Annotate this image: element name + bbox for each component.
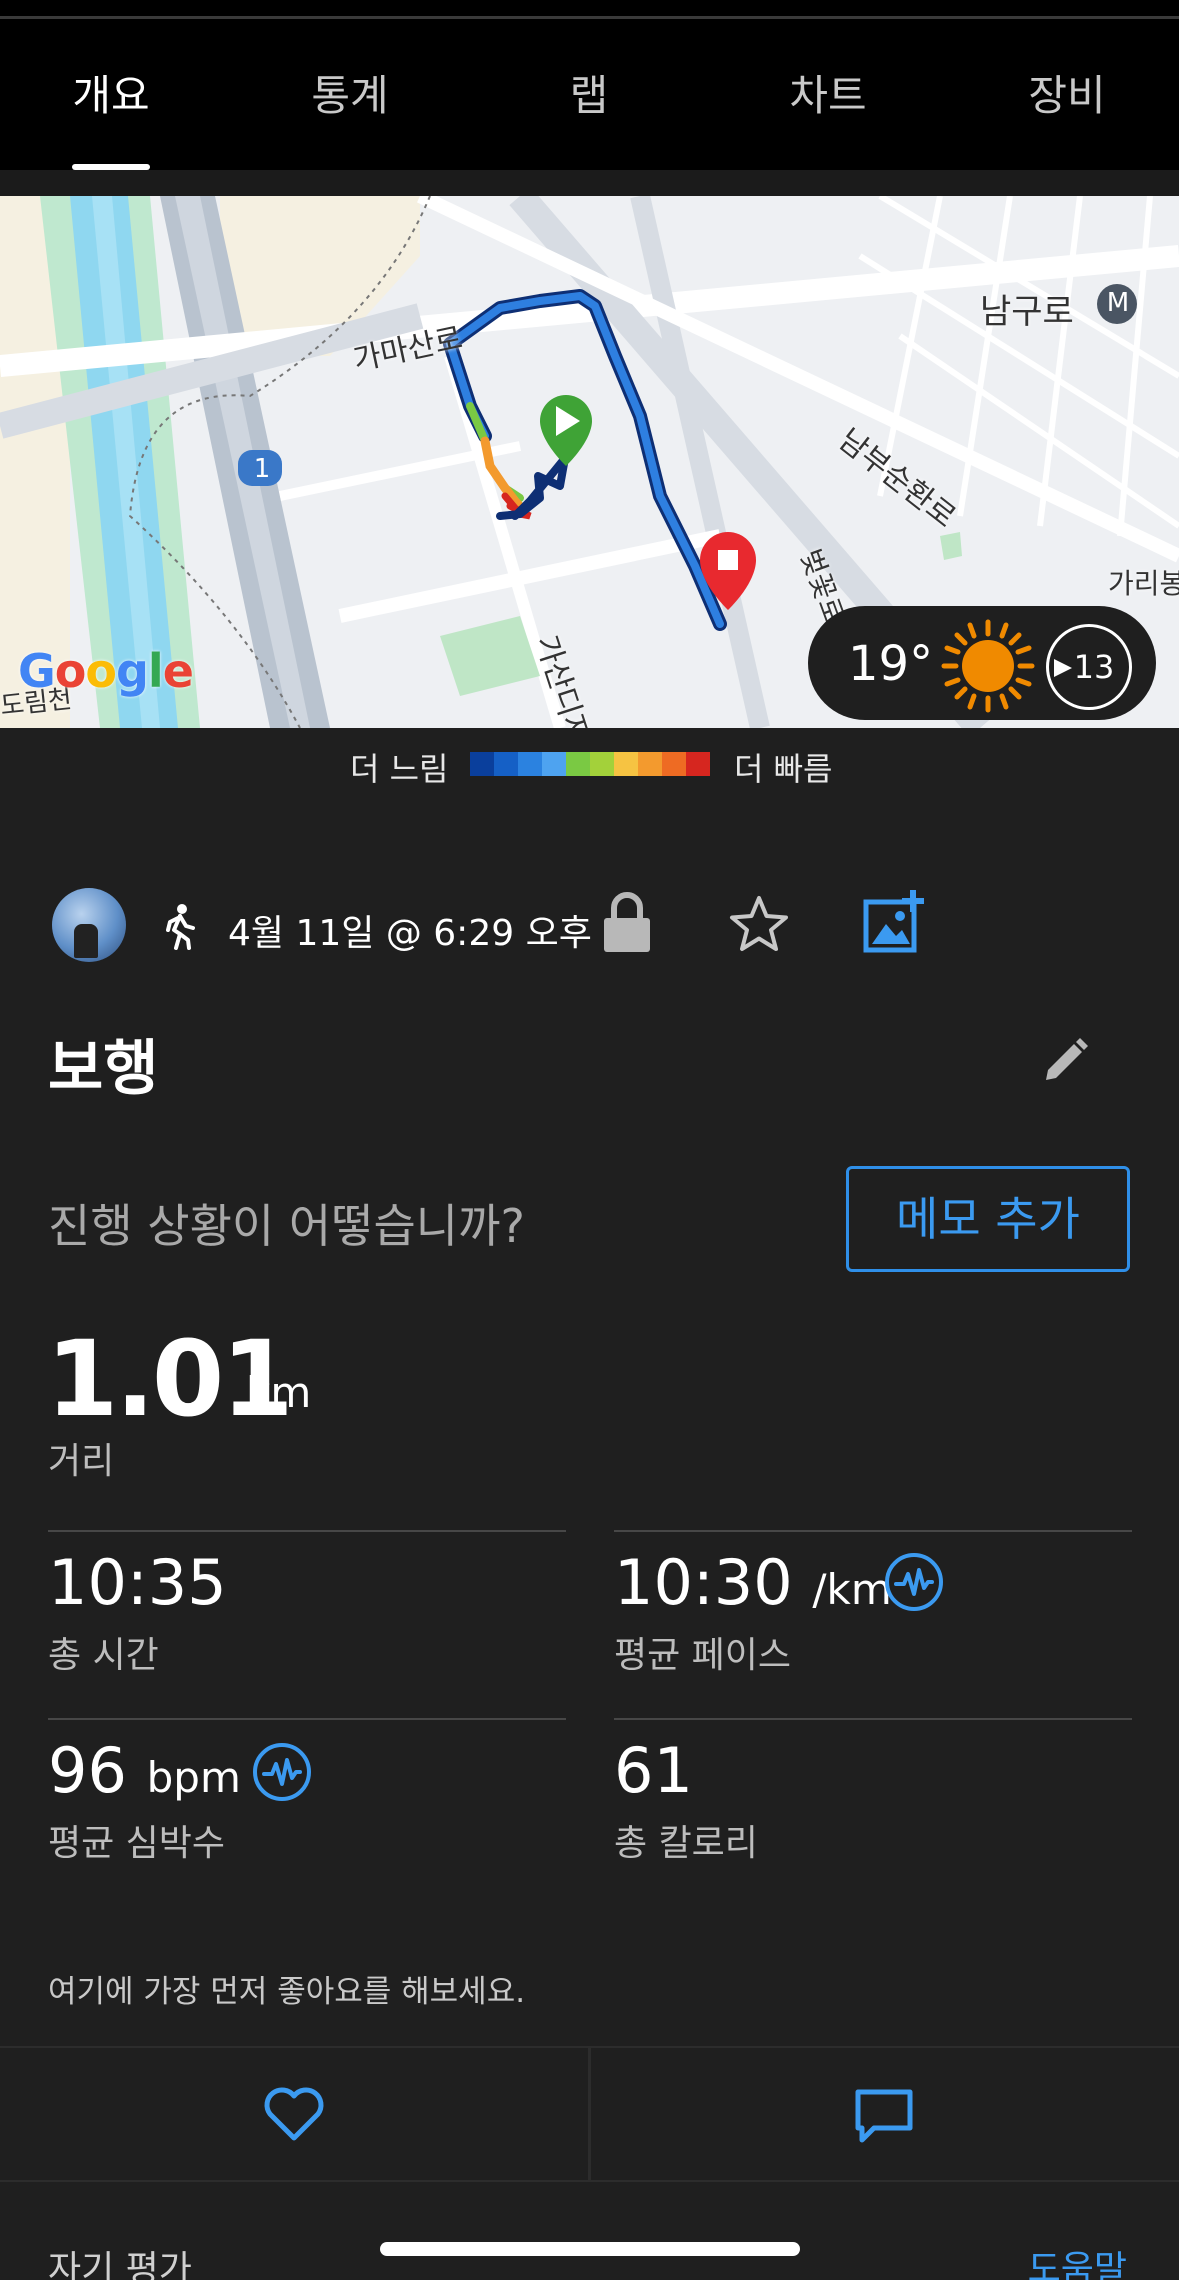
help-link[interactable]: 도움말 [1028, 2240, 1127, 2280]
star-icon[interactable] [728, 894, 790, 954]
speed-legend-bar [470, 752, 710, 776]
map-label-area1: 가리봉 [1108, 567, 1179, 600]
avg-heart-rate-number: 96 [48, 1734, 127, 1807]
legend-slow-label: 더 느림 [350, 750, 449, 788]
tab-bar-border [0, 170, 1179, 196]
comment-icon[interactable] [852, 2086, 916, 2146]
avg-pace-label: 평균 페이스 [614, 1635, 792, 1676]
temperature-label: 19° [848, 636, 934, 692]
edit-pencil-icon[interactable] [1040, 1036, 1090, 1086]
activity-info-row: 4월 11일 @ 6:29 오후 [0, 882, 1179, 972]
avg-pace-number: 10:30 [614, 1546, 793, 1619]
map-label-district: 남구로 [980, 292, 1074, 332]
tab-overview[interactable]: 개요 [72, 62, 149, 122]
stats-divider [614, 1718, 1132, 1720]
progress-question: 진행 상황이 어떻습니까? [48, 1199, 525, 1253]
stats-divider [614, 1530, 1132, 1532]
home-indicator[interactable] [380, 2242, 800, 2256]
total-time-value: 10:35 [48, 1546, 227, 1619]
tab-laps[interactable]: 랩 [570, 62, 609, 122]
avg-heart-rate-value: 96 bpm [48, 1734, 241, 1807]
google-logo: Google [18, 644, 194, 698]
pace-graph-icon[interactable] [884, 1552, 944, 1612]
stats-divider [48, 1530, 566, 1532]
top-tab-bar: 개요 통계 랩 차트 장비 [0, 0, 1179, 196]
sun-icon [941, 619, 1035, 713]
calories-value: 61 [614, 1734, 693, 1807]
like-heart-icon[interactable] [262, 2084, 326, 2144]
activity-title: 보행 [48, 1034, 159, 1104]
lock-icon[interactable] [602, 892, 652, 954]
legend-fast-label: 더 빠름 [734, 750, 833, 788]
tab-gear[interactable]: 장비 [1028, 62, 1105, 122]
avg-pace-value: 10:30 /km [614, 1546, 892, 1619]
metro-icon: M [1106, 288, 1130, 318]
weather-badge: 19° 13 [808, 606, 1156, 720]
stats-divider [48, 1718, 566, 1720]
add-memo-button[interactable]: 메모 추가 [846, 1166, 1130, 1272]
total-time-number: 10:35 [48, 1546, 227, 1619]
avatar[interactable] [52, 888, 126, 962]
distance-label: 거리 [48, 1441, 115, 1482]
tab-charts[interactable]: 차트 [789, 62, 866, 122]
self-evaluation-label: 자기 평가 [48, 2249, 192, 2280]
calories-number: 61 [614, 1734, 693, 1807]
status-divider [0, 16, 1179, 19]
calories-label: 총 칼로리 [614, 1823, 758, 1864]
distance-unit: km [246, 1368, 312, 1417]
avg-heart-rate-unit: bpm [146, 1753, 241, 1802]
wind-direction-icon [1054, 659, 1072, 677]
heart-rate-graph-icon[interactable] [252, 1742, 312, 1802]
total-time-label: 총 시간 [48, 1635, 159, 1676]
tab-stats[interactable]: 통계 [311, 62, 388, 122]
activity-datetime: 4월 11일 @ 6:29 오후 [228, 913, 592, 954]
walk-icon [166, 904, 195, 950]
like-prompt: 여기에 가장 먼저 좋아요를 해보세요. [48, 1974, 526, 2010]
avg-heart-rate-label: 평균 심박수 [48, 1823, 226, 1864]
add-photo-icon[interactable] [862, 888, 928, 954]
route-shield-label: 1 [253, 454, 271, 484]
action-separator [588, 2046, 591, 2182]
avg-pace-unit: /km [812, 1565, 892, 1614]
